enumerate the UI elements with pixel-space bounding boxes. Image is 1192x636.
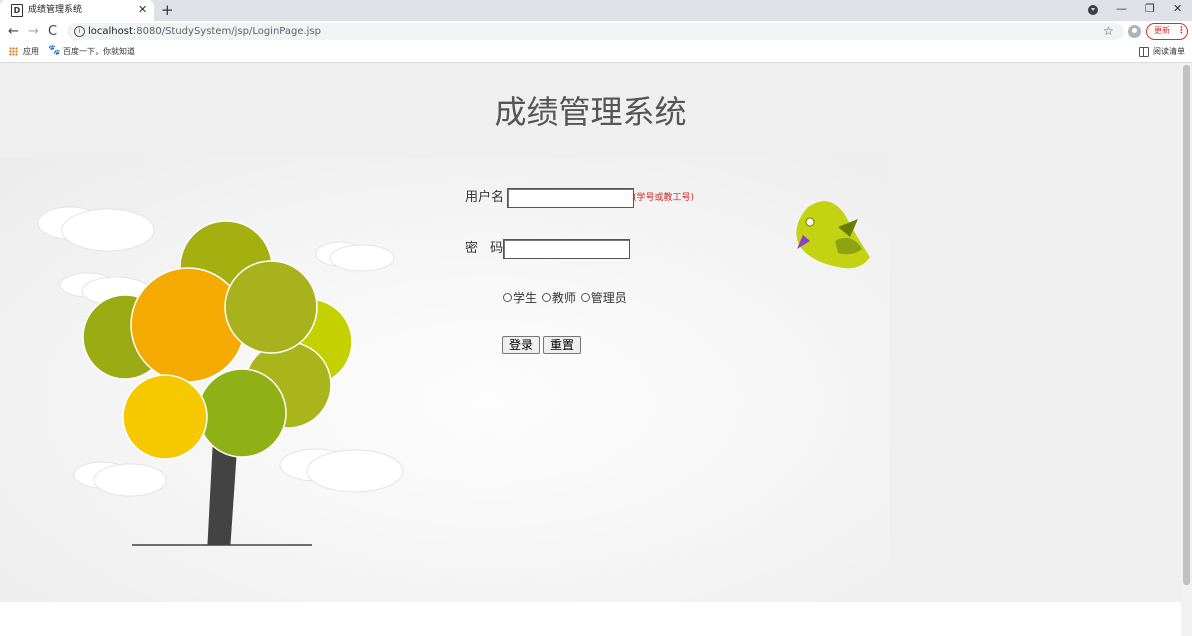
- page-title: 成绩管理系统: [494, 93, 687, 131]
- cloud-icon: [73, 461, 167, 497]
- radio-button[interactable]: [541, 293, 551, 302]
- reading-list-link[interactable]: 阅读清单: [1153, 46, 1185, 57]
- tree-illustration: [37, 201, 870, 546]
- role-option-teacher[interactable]: 教师: [541, 291, 576, 306]
- back-arrow-icon[interactable]: ←: [8, 24, 19, 39]
- role-label: 管理员: [590, 291, 627, 305]
- tree-foliage: [82, 220, 353, 460]
- menu-dots-icon: ⋮: [1177, 26, 1186, 36]
- url-path: :8080/StudySystem/jsp/LoginPage.jsp: [132, 26, 322, 37]
- reading-list-icon[interactable]: [1139, 47, 1149, 57]
- bird-icon: [796, 201, 870, 269]
- reload-icon[interactable]: C: [48, 24, 57, 39]
- page-viewport: 成绩管理系统 用户名 (学号或教工号) 密 码 学生 教师 管理员 登录 重置: [0, 63, 1181, 636]
- bookmarks-bar: 应用 🐾 百度一下，你就知道 阅读清单: [0, 42, 1192, 63]
- cloud-icon: [279, 448, 404, 493]
- minimize-button[interactable]: —: [1116, 2, 1127, 16]
- right-background-strip: [889, 157, 1181, 602]
- apps-grid-icon[interactable]: [9, 47, 18, 56]
- new-tab-button[interactable]: +: [161, 1, 174, 19]
- restore-button[interactable]: ❐: [1145, 2, 1155, 16]
- url-text[interactable]: localhost:8080/StudySystem/jsp/LoginPage…: [88, 25, 321, 38]
- close-window-button[interactable]: ✕: [1173, 2, 1182, 16]
- site-info-icon[interactable]: i: [74, 26, 85, 37]
- tab-search-icon[interactable]: [1088, 5, 1098, 15]
- update-label: 更新: [1154, 26, 1170, 35]
- tab-title: 成绩管理系统: [28, 5, 83, 15]
- role-label: 学生: [513, 291, 538, 305]
- profile-avatar[interactable]: [1128, 25, 1141, 38]
- username-label: 用户名: [465, 190, 505, 205]
- role-radio-group: 学生 教师 管理员: [502, 291, 627, 306]
- username-input[interactable]: [507, 188, 634, 208]
- active-tab[interactable]: D 成绩管理系统 ✕: [0, 0, 154, 21]
- forward-arrow-icon[interactable]: →: [28, 24, 39, 39]
- radio-button[interactable]: [580, 293, 590, 302]
- address-bar[interactable]: i localhost:8080/StudySystem/jsp/LoginPa…: [67, 23, 1124, 40]
- bookmark-star-icon[interactable]: ☆: [1103, 23, 1114, 40]
- role-option-student[interactable]: 学生: [502, 291, 537, 306]
- tab-close-icon[interactable]: ✕: [138, 3, 147, 17]
- bookmark-baidu[interactable]: 百度一下，你就知道: [63, 46, 135, 57]
- scrollbar-thumb[interactable]: [1183, 65, 1190, 585]
- login-button[interactable]: 登录: [502, 336, 540, 354]
- browser-toolbar: ← → C i localhost:8080/StudySystem/jsp/L…: [0, 21, 1192, 42]
- username-hint: (学号或教工号): [633, 193, 695, 203]
- role-label: 教师: [551, 291, 576, 305]
- url-host: localhost: [88, 26, 133, 37]
- password-label: 密 码: [465, 241, 508, 256]
- reset-button[interactable]: 重置: [543, 336, 581, 354]
- cloud-icon: [315, 241, 395, 272]
- login-panel: 用户名 (学号或教工号) 密 码 学生 教师 管理员 登录 重置: [0, 157, 889, 602]
- baidu-paw-icon: 🐾: [48, 45, 61, 56]
- tab-strip: D 成绩管理系统 ✕ + — ❐ ✕: [0, 0, 1192, 21]
- header-band: 成绩管理系统: [0, 63, 1181, 157]
- vertical-scrollbar[interactable]: [1181, 63, 1192, 636]
- cloud-icon: [37, 206, 155, 252]
- update-button[interactable]: 更新 ⋮: [1146, 23, 1188, 40]
- password-input[interactable]: [503, 239, 630, 259]
- radio-button[interactable]: [503, 293, 512, 302]
- page-favicon-icon: D: [11, 4, 23, 17]
- bookmark-apps[interactable]: 应用: [23, 46, 39, 57]
- role-option-admin[interactable]: 管理员: [580, 291, 627, 306]
